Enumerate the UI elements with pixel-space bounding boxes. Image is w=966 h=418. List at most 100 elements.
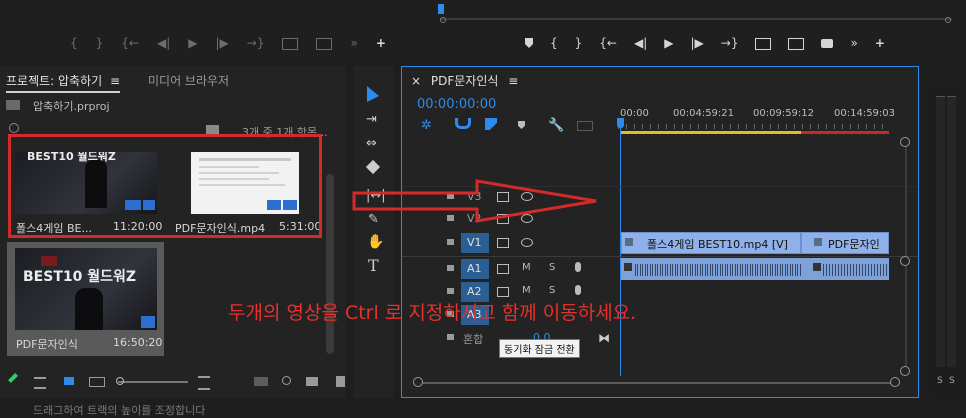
go-to-out-button[interactable]: →} [721,36,739,54]
meter-solo-left[interactable]: S [937,376,943,386]
timeline-tab[interactable]: × PDF문자인식 ≡ [411,72,518,89]
marker-button[interactable] [525,38,533,48]
lock-icon[interactable] [447,288,454,294]
timeline-h-scrollbar[interactable] [418,382,896,384]
find-icon[interactable] [282,376,291,385]
nest-icon[interactable]: ✲ [421,118,432,133]
lock-icon[interactable] [447,265,454,271]
go-to-in-button[interactable]: {← [121,36,139,54]
track-header-a2: A2 M S [445,285,615,299]
playhead-handle[interactable] [617,118,624,128]
project-scrollbar[interactable] [326,174,334,354]
ruler-label: 00:04:59:21 [673,108,735,119]
add-button[interactable]: + [875,36,885,54]
mute-button[interactable]: M [522,285,531,296]
fx-icon [814,238,822,246]
toggle-output-icon[interactable] [497,238,509,248]
wrench-icon[interactable]: 🔧 [548,118,564,133]
mark-in-button[interactable]: { [550,36,558,54]
more-button[interactable]: » [850,36,857,54]
track-select-tool-icon[interactable]: ⇥ [366,112,377,127]
step-forward-button[interactable]: |▶ [691,36,704,54]
eye-icon[interactable] [521,238,533,247]
mark-in-button[interactable]: { [70,36,78,54]
status-text: 드래그하여 트랙의 높이를 조정합니다 [33,404,206,417]
new-folder-icon[interactable] [306,377,318,386]
clip-duration-3: 16:50:20 [113,336,163,349]
track-label[interactable]: V1 [467,236,482,249]
project-file-name: 압축하기.prproj [33,100,110,113]
track-label[interactable]: A2 [467,285,482,298]
step-back-button[interactable]: ◀| [157,36,170,54]
audio-meter [929,88,961,398]
solo-button[interactable]: S [549,262,555,273]
pencil-icon[interactable] [8,373,18,383]
panel-menu-icon[interactable]: ≡ [508,74,518,88]
clip-thumbnail-3[interactable]: BEST10 월드워Z [15,248,157,330]
step-back-button[interactable]: ◀| [634,36,647,54]
zoom-slider-handle[interactable] [116,377,124,385]
mic-icon[interactable] [575,285,581,295]
time-ruler[interactable]: 00:00 00:04:59:21 00:09:59:12 00:14:59:0… [618,98,898,134]
step-forward-button[interactable]: |▶ [216,36,229,54]
transition-icon: ⧓ [598,331,610,345]
freeform-view-icon[interactable] [89,377,105,387]
track-header-v1: V1 [445,236,605,250]
icon-view-icon[interactable] [64,377,74,385]
play-button[interactable]: ▶ [188,36,197,54]
sort-icon[interactable] [198,376,210,390]
lock-icon[interactable] [447,334,454,340]
list-view-icon[interactable] [34,377,46,389]
mute-button[interactable]: M [522,262,531,273]
fx-icon [625,238,633,246]
lift-icon[interactable] [755,38,772,50]
tab-media-browser[interactable]: 미디어 브라우저 [148,72,229,89]
tooltip: 동기화 잠금 전환 [499,339,580,358]
overwrite-icon[interactable] [316,38,333,50]
audio-clip-2[interactable] [801,258,889,280]
new-item-icon[interactable] [336,376,345,387]
lock-icon[interactable] [447,239,454,245]
new-bin-icon[interactable] [206,125,219,134]
video-clip-2[interactable]: PDF문자인 [801,232,889,254]
extract-icon[interactable] [788,38,805,50]
timecode-display[interactable]: 00:00:00:00 [417,97,496,112]
solo-button[interactable]: S [549,285,555,296]
zoom-slider[interactable] [118,381,188,383]
close-icon[interactable]: × [411,74,421,88]
tab-project[interactable]: 프로젝트: 압축하기 ≡ [6,72,121,93]
mark-out-button[interactable]: } [575,36,583,54]
toggle-sync-icon[interactable] [497,264,509,274]
automate-icon[interactable] [254,377,268,386]
source-controls: { } {← ◀| ▶ |▶ →} » + [70,36,410,54]
toggle-sync-icon[interactable] [497,287,509,297]
video-clip-1[interactable]: 폴스4게임 BEST10.mp4 [V] [621,232,801,254]
mark-out-button[interactable]: } [96,36,104,54]
ruler-label: 00:14:59:03 [834,108,896,119]
selection-tool-icon[interactable] [367,86,379,102]
captions-icon[interactable] [577,121,593,131]
mic-icon[interactable] [575,262,581,272]
camera-icon[interactable] [821,39,834,48]
ripple-edit-tool-icon[interactable]: ⇔ [366,136,377,151]
clip-label: 폴스4게임 BEST10.mp4 [V] [647,238,788,251]
snap-icon[interactable] [455,118,471,129]
add-button[interactable]: + [376,36,386,54]
go-to-out-button[interactable]: →} [247,36,265,54]
panel-menu-icon[interactable]: ≡ [110,74,120,88]
audio-clip-1[interactable] [621,258,801,280]
fx-icon [624,263,632,271]
insert-icon[interactable] [282,38,299,50]
track-label[interactable]: A1 [467,262,482,275]
type-tool-icon[interactable]: T [368,256,379,275]
thumb-title: BEST10 월드워Z [23,269,137,285]
play-button[interactable]: ▶ [664,36,673,54]
playhead-marker[interactable] [438,4,444,14]
go-to-in-button[interactable]: {← [599,36,617,54]
more-button[interactable]: » [350,36,357,54]
program-controls: { } {← ◀| ▶ |▶ →} » + [525,36,955,54]
mix-label: 혼합 [463,333,484,346]
meter-solo-right[interactable]: S [949,376,955,386]
hand-tool-icon[interactable]: ✋ [367,234,384,250]
program-scrubber[interactable] [440,18,952,20]
